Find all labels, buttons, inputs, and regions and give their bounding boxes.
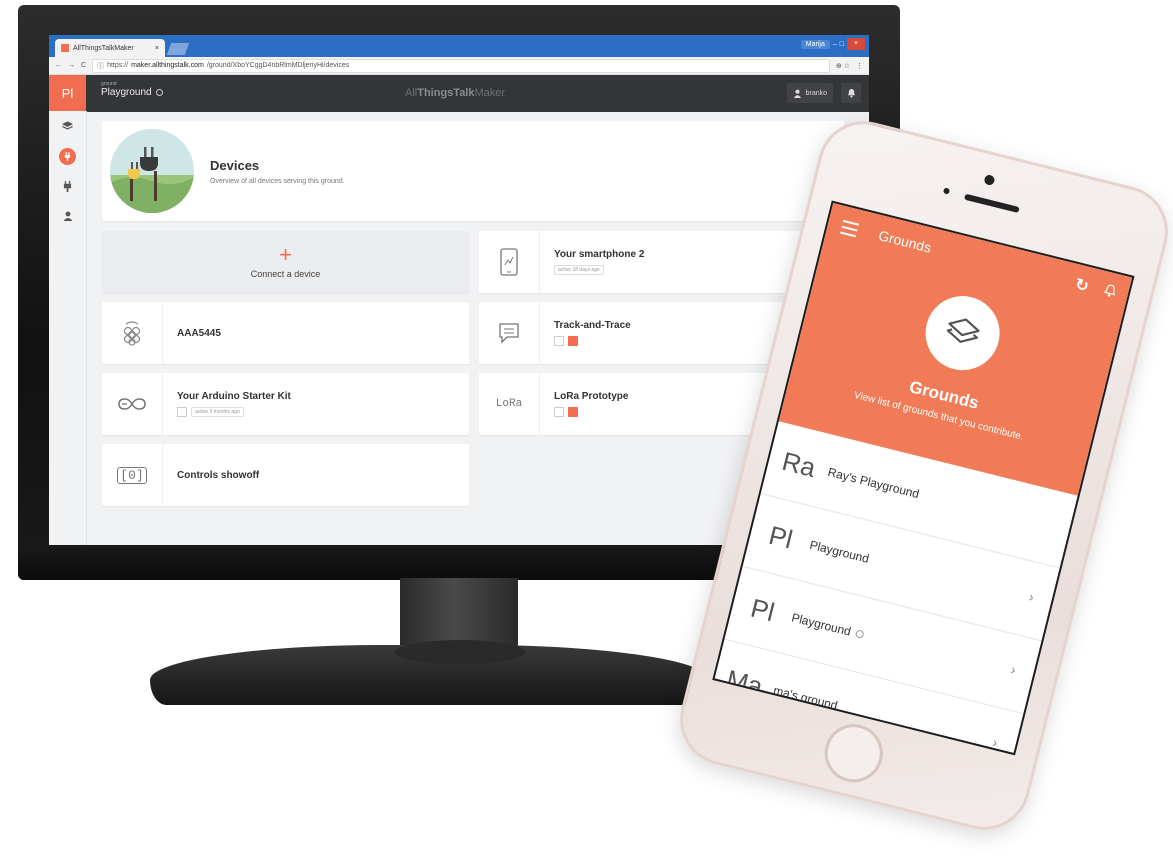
devices-illustration [110, 129, 194, 213]
ground-selector[interactable]: ground Playground [101, 81, 163, 98]
phone-app-title: Grounds [876, 227, 933, 256]
connector-icon [63, 180, 72, 192]
bell-icon[interactable] [1102, 282, 1118, 301]
device-name: Track-and-Trace [554, 320, 631, 331]
sidebar-item-connectors[interactable] [49, 171, 86, 201]
app-header: Pl ground Playground AllThingsTalkMaker … [49, 75, 869, 112]
chevron-right-icon: › [1009, 661, 1018, 678]
reload-button[interactable]: C [81, 62, 86, 69]
arduino-icon [102, 373, 163, 435]
link-icon [568, 407, 578, 417]
profile-button[interactable]: Marija [800, 39, 830, 49]
url-domain: maker.allthingstalk.com [131, 62, 204, 69]
hamburger-menu-icon[interactable] [839, 219, 859, 241]
plus-icon: + [279, 242, 292, 267]
tracker-icon [479, 302, 540, 364]
ground-abbr: Pl [747, 592, 778, 627]
sidebar-item-grounds[interactable] [49, 111, 86, 141]
list-icon [554, 336, 564, 346]
ground-abbr: Pl [766, 519, 796, 555]
activity-badge: active 3 months ago [191, 407, 244, 417]
forward-button[interactable]: → [68, 62, 75, 69]
lora-icon: LoRa [479, 373, 540, 435]
ground-status-icon [155, 89, 163, 96]
ground-list-name: Playground [808, 537, 871, 566]
sidebar-item-devices[interactable] [49, 141, 86, 171]
address-bar-row: ← → C ⓘ https://maker.allthingstalk.com /… [49, 57, 869, 75]
list-icon [177, 407, 187, 417]
info-icon: ⓘ [97, 62, 105, 70]
device-card[interactable]: [0] Controls showoff [102, 444, 469, 506]
device-card[interactable]: Your Arduino Starter Kit active 3 months… [102, 373, 469, 435]
new-tab-button[interactable] [166, 43, 190, 55]
list-icon [554, 407, 564, 417]
connect-device-label: Connect a device [250, 269, 321, 279]
person-icon [63, 211, 72, 221]
chevron-right-icon: › [1027, 588, 1036, 605]
minimize-button[interactable]: – [833, 41, 837, 48]
extension-icons[interactable]: ⊕ ☆ [836, 62, 850, 70]
user-menu-button[interactable]: branko [786, 83, 833, 103]
username: branko [805, 89, 827, 97]
layers-icon [62, 121, 73, 130]
browser-tab-bar: AllThingsTalkMaker × Marija – □ × [49, 35, 869, 57]
device-name: AAA5445 [177, 327, 221, 339]
device-name: Your smartphone 2 [554, 249, 645, 260]
ground-list-name: Playground [790, 610, 853, 639]
ground-abbr: Ra [779, 445, 819, 483]
front-camera [983, 173, 996, 187]
url-input[interactable]: ⓘ https://maker.allthingstalk.com/ground… [92, 58, 830, 73]
home-button[interactable] [818, 718, 889, 789]
window-controls: Marija – □ × [800, 38, 865, 50]
page-title: Devices [210, 158, 260, 173]
monitor-stand-hub [395, 640, 525, 664]
chevron-right-icon: › [991, 733, 1000, 751]
device-name: Your Arduino Starter Kit [177, 391, 291, 402]
device-name: Controls showoff [177, 469, 260, 481]
tab-title: AllThingsTalkMaker [73, 44, 134, 52]
close-window-button[interactable]: × [847, 38, 865, 50]
browser-tab[interactable]: AllThingsTalkMaker × [55, 39, 165, 57]
ground-list-name: Ray's Playground [826, 464, 921, 502]
main-content: Devices Overview of all devices serving … [102, 121, 844, 506]
raspberry-pi-icon [102, 302, 163, 364]
plug-icon [59, 147, 76, 165]
ground-name: Playground [101, 87, 152, 98]
sidebar-item-profile[interactable] [49, 201, 86, 231]
smartphone-icon [479, 231, 540, 293]
sensor [942, 187, 951, 195]
notifications-button[interactable] [841, 83, 861, 103]
device-card[interactable]: AAA5445 [102, 302, 469, 364]
user-icon [793, 89, 801, 98]
ground-logo[interactable]: Pl [49, 75, 86, 112]
url-path: /ground/XboYCggD4nbRlmMDljeriyHi/devices [206, 62, 350, 69]
tab-close-icon[interactable]: × [155, 45, 159, 52]
back-button[interactable]: ← [55, 62, 62, 69]
earpiece [963, 193, 1020, 214]
browser-menu-icon[interactable]: ⋮ [856, 62, 863, 70]
bell-icon [847, 88, 855, 98]
devices-header-card: Devices Overview of all devices serving … [102, 121, 844, 221]
refresh-icon[interactable]: ↻ [1073, 274, 1091, 297]
url-prefix: https:// [107, 62, 129, 69]
ground-status-icon [854, 629, 865, 639]
controls-icon: [0] [102, 444, 163, 506]
page-subtitle: Overview of all devices serving this gro… [210, 178, 345, 185]
maximize-button[interactable]: □ [840, 41, 844, 48]
sidebar [49, 111, 87, 545]
ground-abbr: Ma [723, 663, 766, 702]
activity-badge: active 18 days ago [554, 265, 604, 275]
device-name: LoRa Prototype [554, 391, 629, 402]
connect-device-card[interactable]: + Connect a device [102, 231, 469, 293]
link-icon [568, 336, 578, 346]
favicon-icon [61, 44, 69, 52]
ground-list-name: ma's ground [771, 683, 840, 713]
brand-logo: AllThingsTalkMaker [405, 87, 506, 99]
grounds-layers-icon [917, 288, 1008, 378]
